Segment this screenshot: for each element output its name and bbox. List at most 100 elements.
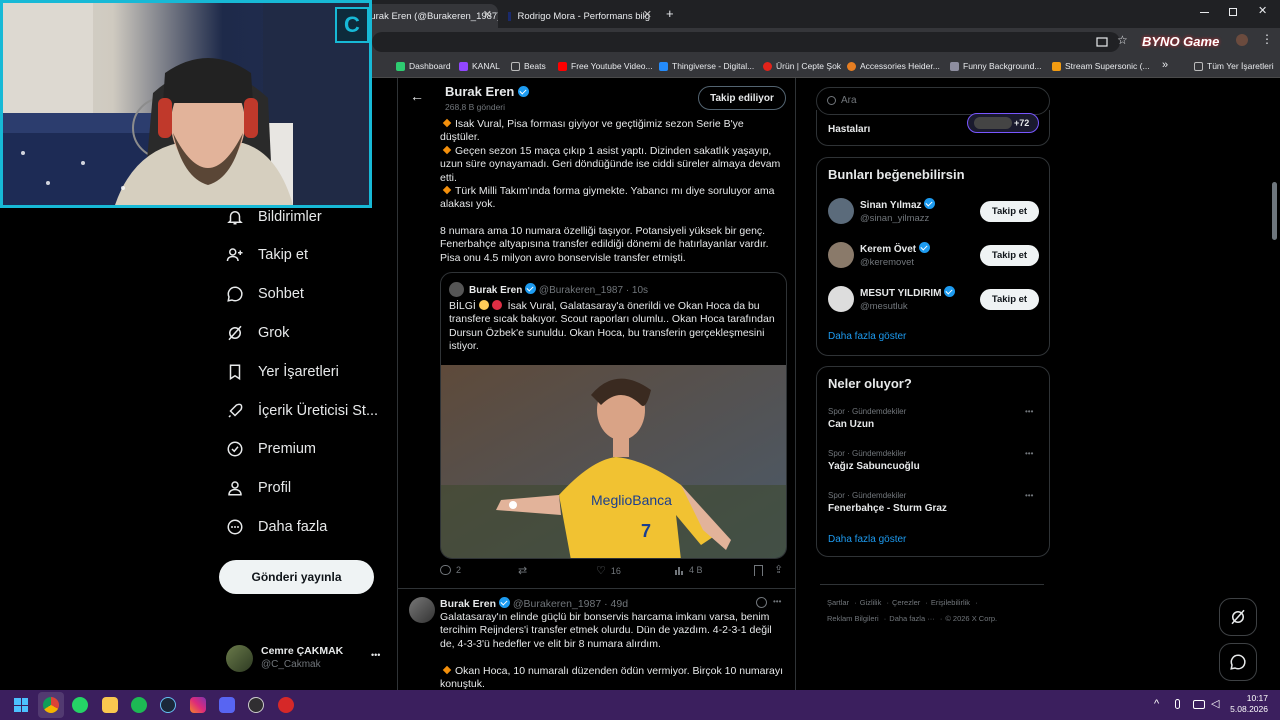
bookmark-item[interactable]: Thingiverse - Digital... xyxy=(659,61,754,71)
clock[interactable]: 10:17 5.08.2026 xyxy=(1228,693,1268,715)
post-button[interactable]: Gönderi yayınla xyxy=(219,560,374,594)
nav-grok[interactable]: Grok xyxy=(226,320,289,346)
quote-tweet-card[interactable]: Burak Eren @Burakeren_1987 · 10s BİLGİ İ… xyxy=(440,272,787,559)
media-player-icon[interactable] xyxy=(278,697,294,713)
microphone-icon[interactable] xyxy=(1175,699,1180,709)
bookmark-favicon-icon xyxy=(950,61,959,71)
bookmark-star-icon[interactable]: ☆ xyxy=(1117,33,1128,47)
nav-label: Premium xyxy=(258,441,317,457)
footer-link[interactable]: Şartlar xyxy=(827,598,849,607)
view-count: 4 B xyxy=(689,565,703,575)
share-icon[interactable]: ⇪ xyxy=(774,563,783,576)
follow-button[interactable]: Takip et xyxy=(980,245,1039,266)
footer-link[interactable]: Reklam Bilgileri xyxy=(827,614,879,623)
grok-icon[interactable] xyxy=(756,597,767,608)
bookmark-item[interactable]: Dashboard xyxy=(396,61,451,71)
red-circle-icon xyxy=(491,300,502,310)
bookmark-favicon-icon xyxy=(847,61,856,71)
back-arrow-icon[interactable]: ← xyxy=(410,88,424,104)
tab-favicon-icon xyxy=(508,11,512,21)
show-more-link[interactable]: Daha fazla göster xyxy=(828,534,906,545)
footer-link[interactable]: Gizlilik xyxy=(860,598,882,607)
bookmark-item[interactable]: Funny Background... xyxy=(950,61,1041,71)
follow-button[interactable]: Takip et xyxy=(980,289,1039,310)
file-explorer-icon[interactable] xyxy=(102,697,118,713)
maximize-icon[interactable] xyxy=(1229,8,1237,16)
nav-profile[interactable]: Profil xyxy=(226,475,291,501)
nav-follow[interactable]: Takip et xyxy=(226,242,308,268)
trend-item[interactable]: Spor · Gündemdekiler Yağız Sabuncuoğlu •… xyxy=(817,447,1049,477)
tweet2-time: · 49d xyxy=(604,598,629,610)
messages-fab[interactable] xyxy=(1219,643,1257,681)
nav-notifications[interactable]: Bildirimler xyxy=(226,204,322,230)
grok-icon xyxy=(1231,609,1245,625)
live-space-card[interactable]: Hastaları +72 xyxy=(816,110,1050,146)
nav-creator-studio[interactable]: İçerik Üreticisi St... xyxy=(226,398,378,424)
start-windows-icon[interactable] xyxy=(14,698,28,712)
account-switcher[interactable]: Cemre ÇAKMAK @C_Cakmak ••• xyxy=(226,644,386,674)
bookmark-item[interactable]: Free Youtube Video... xyxy=(558,61,653,71)
trend-item[interactable]: Spor · Gündemdekiler Fenerbahçe - Sturm … xyxy=(817,489,1049,519)
instagram-icon[interactable] xyxy=(190,697,206,713)
tweet2-more-button[interactable]: ••• xyxy=(773,597,781,606)
tab-active[interactable]: Burak Eren (@Burakeren_1987) ✕ xyxy=(356,4,498,28)
nav-label: Profil xyxy=(258,480,292,496)
tweet-text: Geçen sezon 15 maça çıkıp 1 asist yaptı.… xyxy=(440,145,781,184)
nav-chat[interactable]: Sohbet xyxy=(226,281,304,307)
trend-item[interactable]: Spor · Gündemdekiler Can Uzun ••• xyxy=(817,405,1049,435)
close-tab-icon[interactable]: ✕ xyxy=(643,8,652,21)
suggestion-row[interactable]: MESUT YILDIRIM @mesutluk Takip et xyxy=(817,284,1049,316)
who-to-follow-title: Bunları beğenebilirsin xyxy=(828,167,965,182)
steam-icon[interactable] xyxy=(160,697,176,713)
trend-more-button[interactable]: ••• xyxy=(1025,449,1033,458)
bookmark-item[interactable]: Ürün | Cepte Şok xyxy=(763,61,841,71)
whatsapp-icon[interactable] xyxy=(72,697,88,713)
nav-premium[interactable]: Premium xyxy=(226,436,316,462)
chrome-icon[interactable] xyxy=(43,697,59,713)
new-tab-button[interactable]: + xyxy=(666,6,674,21)
bookmark-item[interactable]: Accessories Heider... xyxy=(847,61,940,71)
all-bookmarks[interactable]: Tüm Yer İşaretleri xyxy=(1194,61,1274,71)
like-button[interactable]: ♡ 16 xyxy=(596,564,621,577)
show-more-link[interactable]: Daha fazla göster xyxy=(828,331,906,342)
grok-fab[interactable] xyxy=(1219,598,1257,636)
reply-button[interactable]: 2 xyxy=(440,565,461,575)
footer-link[interactable]: Çerezler xyxy=(892,598,920,607)
tab-inactive[interactable]: Rodrigo Mora - Performans bilg ✕ xyxy=(500,4,658,28)
footer-link[interactable]: Daha fazla ··· xyxy=(889,614,934,623)
minimize-icon[interactable] xyxy=(1200,12,1209,13)
volume-icon[interactable]: ◁ xyxy=(1211,697,1219,710)
trend-more-button[interactable]: ••• xyxy=(1025,407,1033,416)
close-window-icon[interactable]: ✕ xyxy=(1258,4,1267,17)
page-scrollbar[interactable] xyxy=(1272,182,1277,240)
nav-bookmarks[interactable]: Yer İşaretleri xyxy=(226,359,339,385)
trend-more-button[interactable]: ••• xyxy=(1025,491,1033,500)
address-field[interactable] xyxy=(372,32,1120,52)
bookmark-item[interactable]: KANAL xyxy=(459,61,500,71)
network-icon[interactable] xyxy=(1193,700,1205,709)
bookmarks-overflow-button[interactable]: » xyxy=(1162,59,1168,71)
tweet-paragraph: Geçen sezon 15 maça çıkıp 1 asist yaptı.… xyxy=(440,145,785,185)
bookmark-icon[interactable] xyxy=(754,565,763,576)
discord-icon[interactable] xyxy=(219,697,235,713)
spotify-icon[interactable] xyxy=(131,697,147,713)
extensions-icon[interactable] xyxy=(1236,34,1248,46)
tray-overflow-icon[interactable]: ^ xyxy=(1154,698,1159,710)
quote-media-image[interactable]: MeglioBanca 7 xyxy=(441,365,786,558)
follow-button[interactable]: Takip et xyxy=(980,201,1039,222)
retweet-button[interactable]: ⇄ xyxy=(518,564,527,577)
footer-link[interactable]: Erişilebilirlik xyxy=(931,598,970,607)
obs-icon[interactable] xyxy=(248,697,264,713)
suggestion-row[interactable]: Kerem Övet @keremovet Takip et xyxy=(817,240,1049,272)
views-button[interactable]: 4 B xyxy=(674,565,703,575)
bookmark-item[interactable]: Beats xyxy=(511,61,546,71)
bookmark-item[interactable]: Stream Supersonic (... xyxy=(1052,61,1150,71)
install-app-icon[interactable] xyxy=(1096,36,1108,48)
menu-kebab-icon[interactable]: ⋮ xyxy=(1261,32,1273,46)
account-more-button[interactable]: ••• xyxy=(371,650,380,660)
footer-divider xyxy=(820,584,1044,585)
nav-more[interactable]: Daha fazla xyxy=(226,514,327,540)
close-tab-icon[interactable]: ✕ xyxy=(483,8,492,21)
suggestion-row[interactable]: Sinan Yılmaz @sinan_yilmazz Takip et xyxy=(817,196,1049,228)
following-button[interactable]: Takip ediliyor xyxy=(698,86,786,110)
